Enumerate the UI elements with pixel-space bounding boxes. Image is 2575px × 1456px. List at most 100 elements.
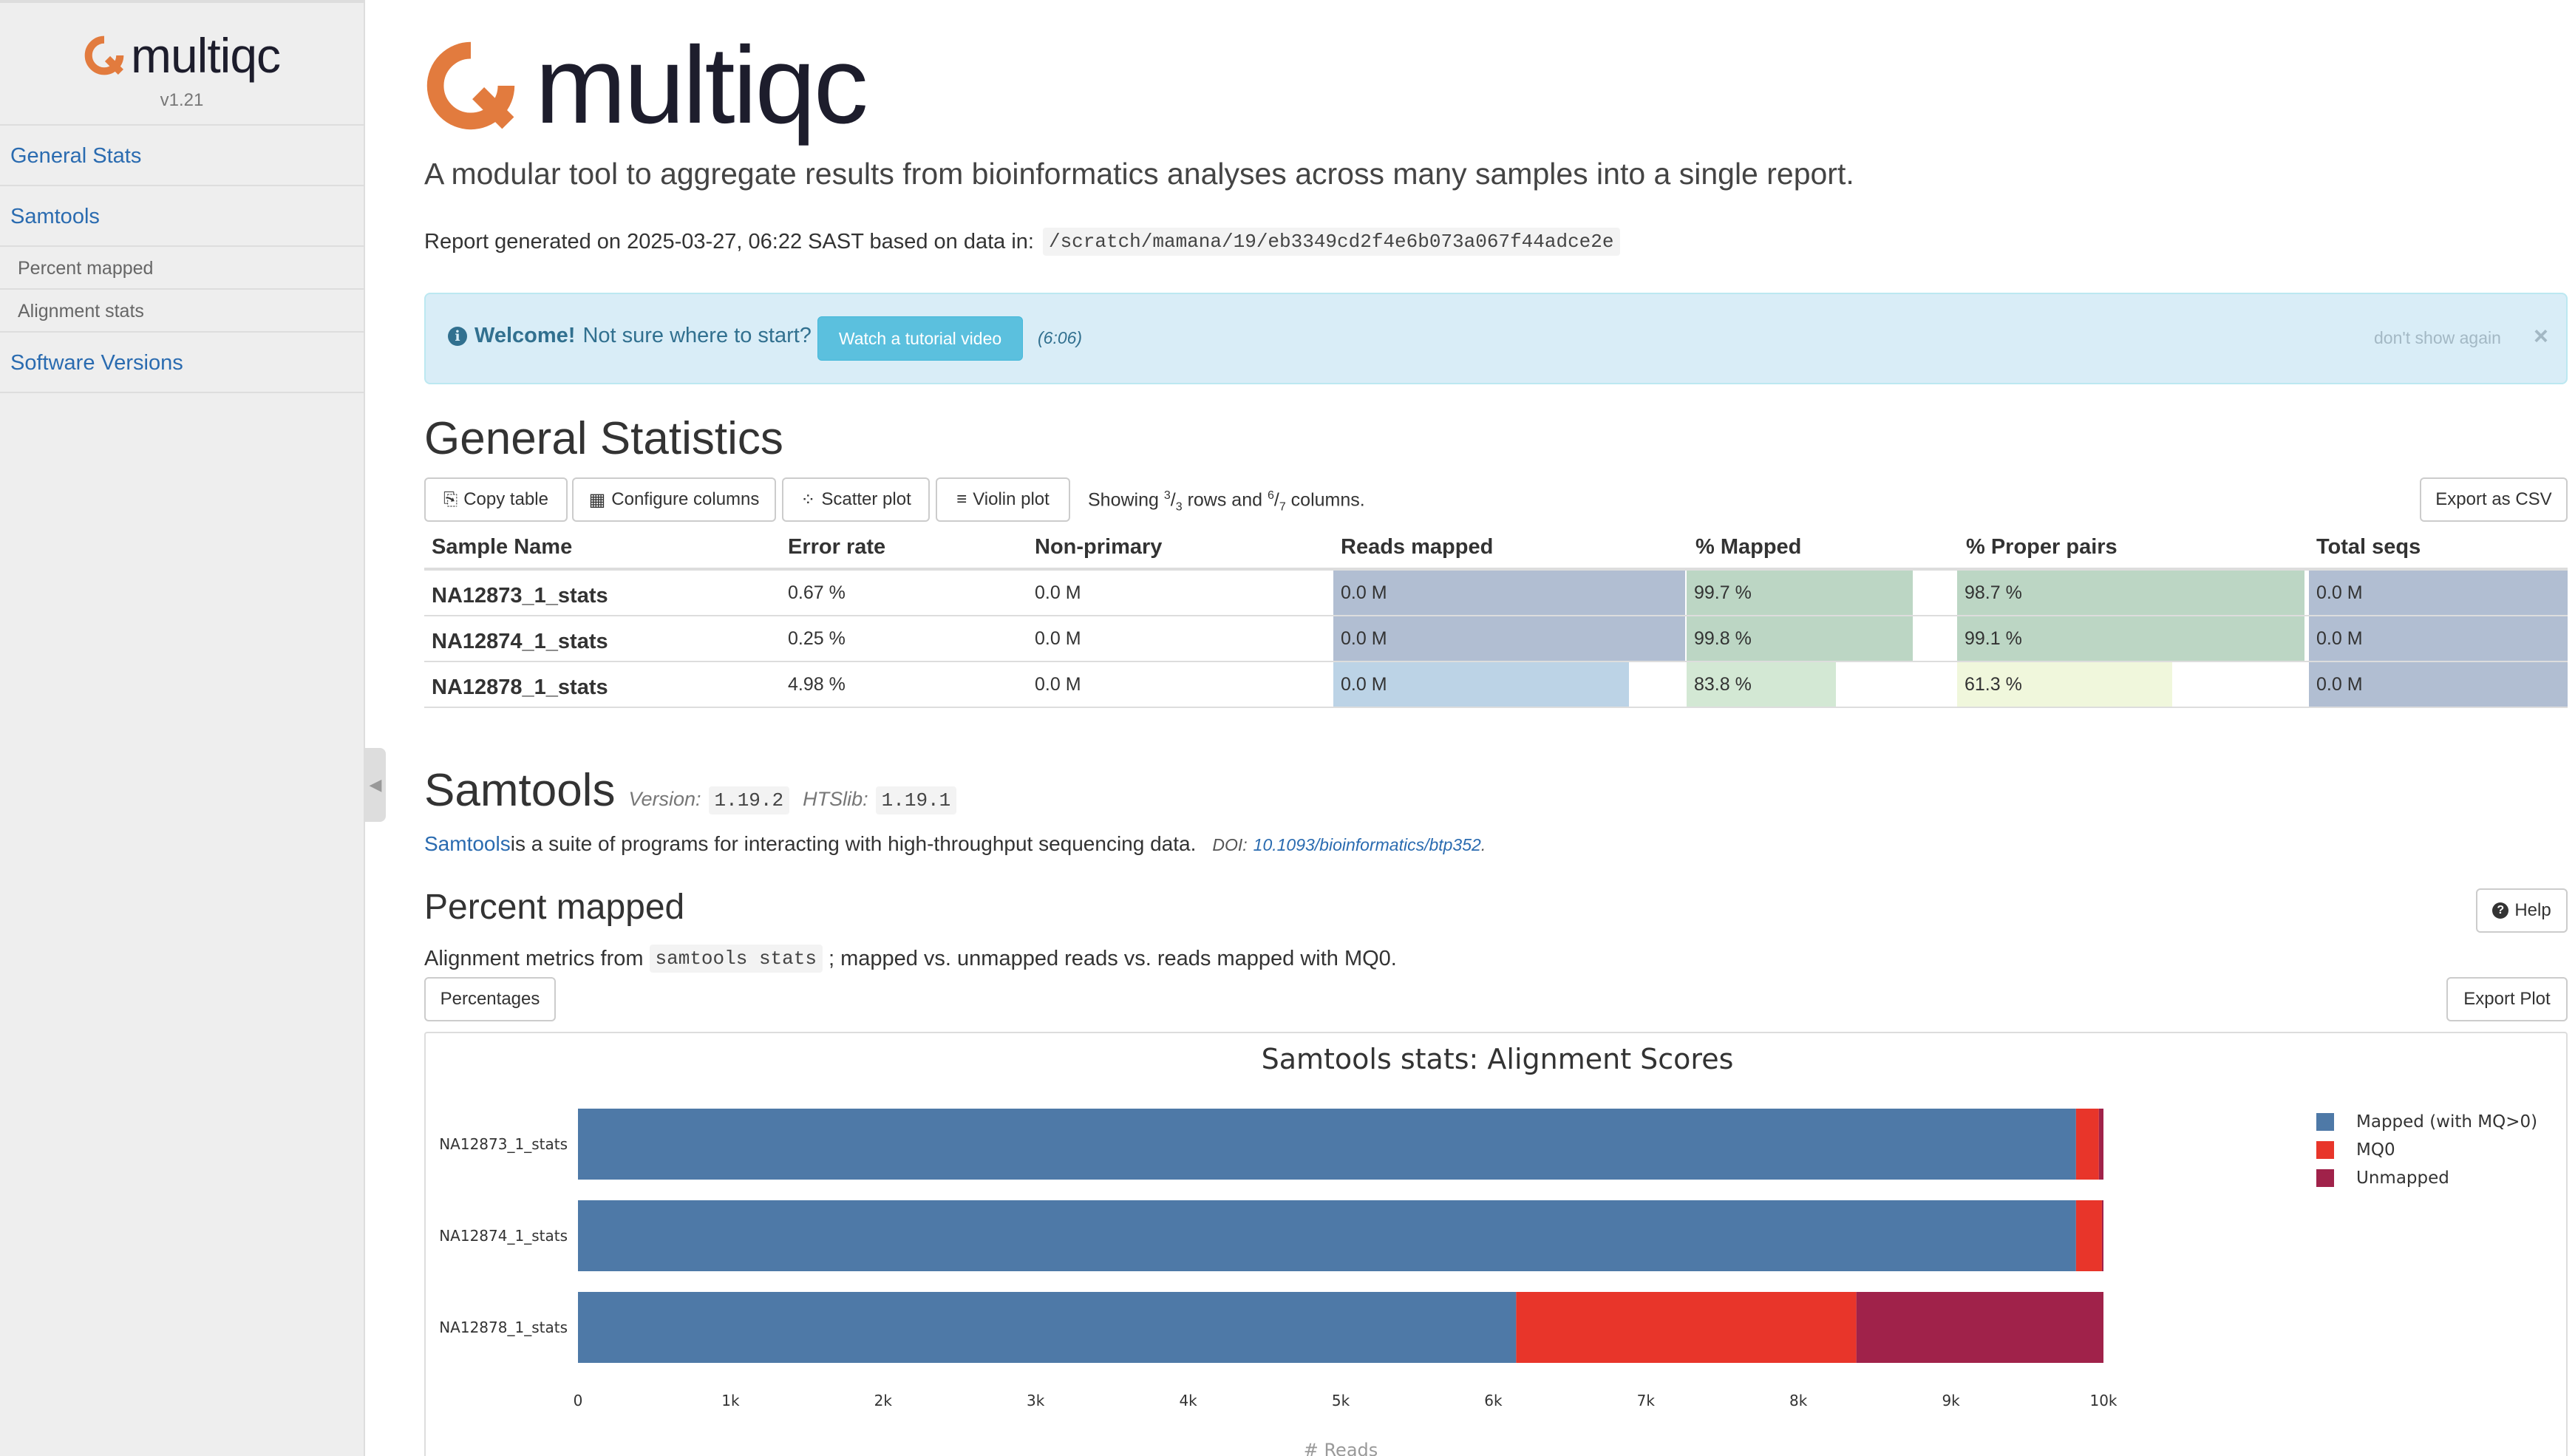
sidebar-logo[interactable]: multiqc v1.21 [0,3,364,126]
cell-non-primary: 0.0 M [1035,582,1081,603]
cell-pct-mapped: 83.8 % [1694,674,1752,695]
percent-mapped-description: Alignment metrics from samtools stats ; … [424,945,1397,973]
chart-bar-mapped-with-mq-0--1 [578,1200,2076,1271]
pm-desc-suffix: ; mapped vs. unmapped reads vs. reads ma… [828,946,1397,970]
chart-x-tick: 2k [874,1392,893,1409]
chart-bar-mapped-with-mq-0--0 [578,1109,2076,1180]
tutorial-video-button[interactable]: Watch a tutorial video [817,316,1023,361]
grid-icon: ▦ [588,489,606,510]
violin-plot-label: Violin plot [973,489,1050,509]
header-logo-text: multiqc [535,24,868,146]
list-icon: ≡ [956,489,967,509]
col-header-pct-mapped[interactable]: % Mapped [1695,535,1801,559]
chart-x-axis-label: # Reads [1304,1440,1378,1456]
chart-legend-swatch [2316,1113,2334,1131]
col-header-sample[interactable]: Sample Name [432,535,572,559]
cell-proper-pairs: 61.3 % [1965,674,2022,695]
close-icon[interactable]: × [2534,322,2548,351]
chart-category-label: NA12874_1_stats [439,1227,568,1245]
tagline: A modular tool to aggregate results from… [424,157,1854,191]
general-stats-title: General Statistics [424,413,783,464]
cell-error-rate: 4.98 % [788,674,846,695]
report-path: /scratch/mamana/19/eb3349cd2f4e6b073a067… [1042,228,1620,256]
showing-suffix: columns. [1285,489,1365,511]
chart-bar-mapped-with-mq-0--2 [578,1292,1517,1363]
main-content: multiqc A modular tool to aggregate resu… [424,0,2568,1456]
help-button[interactable]: ? Help [2476,888,2568,933]
cell-reads-mapped: 0.0 M [1341,674,1387,695]
table-row: NA12874_1_stats 0.25 % 0.0 M 0.0 M 99.8 % 99.… [424,616,2568,662]
question-circle-icon: ? [2492,902,2509,919]
scatter-plot-label: Scatter plot [821,489,911,509]
table-row: NA12878_1_stats 4.98 % 0.0 M 0.0 M 83.8 % 61.… [424,662,2568,708]
sidebar-item-software-versions[interactable]: Software Versions [0,333,364,393]
chart-legend-label: Unmapped [2356,1168,2449,1188]
dont-show-again-link[interactable]: don't show again [2374,328,2501,348]
report-info: Report generated on 2025-03-27, 06:22 SA… [424,228,1620,256]
sidebar-item-alignment-stats[interactable]: Alignment stats [0,290,364,333]
htslib-version: 1.19.1 [875,786,957,814]
copy-table-button[interactable]: ⎘ Copy table [424,477,568,522]
sidebar-item-percent-mapped[interactable]: Percent mapped [0,247,364,290]
alignment-scores-plot[interactable]: Samtools stats: Alignment Scores NA12873_… [424,1032,2568,1456]
cell-reads-mapped: 0.0 M [1341,628,1387,649]
col-header-reads-mapped[interactable]: Reads mapped [1341,535,1493,559]
chart-x-tick: 4k [1179,1392,1197,1409]
samtools-description: Samtools is a suite of programs for inte… [424,832,1486,856]
chart-bar-mq0-0 [2075,1109,2099,1180]
percentages-button[interactable]: Percentages [424,977,556,1021]
doi-suffix: . [1480,835,1486,854]
cell-pct-mapped: 99.8 % [1694,628,1752,649]
violin-plot-button[interactable]: ≡ Violin plot [936,477,1070,522]
col-header-non-primary[interactable]: Non-primary [1035,535,1162,559]
alignment-scores-chart[interactable]: Samtools stats: Alignment Scores NA12873_… [426,1033,2568,1456]
general-stats-table: Sample Name Error rate Non-primary Reads… [424,529,2568,708]
export-plot-button[interactable]: Export Plot [2446,977,2568,1021]
rows-den: 3 [1175,500,1183,514]
pm-desc-code: samtools stats [649,945,823,973]
sidebar-item-general-stats[interactable]: General Stats [0,126,364,186]
report-info-text: Report generated on 2025-03-27, 06:22 SA… [424,229,1034,254]
sidebar-item-samtools[interactable]: Samtools [0,186,364,247]
chart-bar-mq0-2 [1516,1292,1857,1363]
showing-count: Showing 3/3 rows and 6/7 columns. [1088,489,1365,514]
chart-x-tick: 10k [2089,1392,2117,1409]
chart-bar-unmapped-0 [2098,1109,2103,1180]
header-logo: multiqc [424,24,868,146]
cell-proper-pairs: 98.7 % [1965,582,2022,603]
sidebar-toggle-button[interactable]: ◀ [365,748,386,822]
chart-bar-mq0-1 [2075,1200,2102,1271]
cell-pct-mapped: 99.7 % [1694,582,1752,603]
col-header-error-rate[interactable]: Error rate [788,535,885,559]
cols-den: 7 [1279,500,1286,514]
configure-columns-button[interactable]: ▦ Configure columns [572,477,776,522]
sidebar-version: v1.21 [160,90,204,110]
chart-title: Samtools stats: Alignment Scores [1262,1043,1734,1075]
row-divider [424,707,2568,708]
doi-label: DOI: [1212,835,1248,854]
cell-non-primary: 0.0 M [1035,628,1081,649]
cell-non-primary: 0.0 M [1035,674,1081,695]
chart-legend-swatch [2316,1141,2334,1159]
col-header-proper-pairs[interactable]: % Proper pairs [1966,535,2118,559]
samtools-link[interactable]: Samtools [424,832,511,856]
doi-link[interactable]: 10.1093/bioinformatics/btp352 [1254,835,1481,855]
multiqc-logo-icon [426,41,515,130]
info-icon: i [448,326,467,346]
cell-sample: NA12873_1_stats [432,584,608,608]
chart-x-tick: 9k [1942,1392,1960,1409]
pm-desc-prefix: Alignment metrics from [424,946,644,970]
welcome-text: Not sure where to start? [582,324,812,347]
welcome-bold: Welcome! [474,324,576,347]
table-row: NA12873_1_stats 0.67 % 0.0 M 0.0 M 99.7 % 98.… [424,571,2568,616]
chart-bar-unmapped-2 [1856,1292,2103,1363]
showing-prefix: Showing [1088,489,1164,511]
copy-icon: ⎘ [443,489,458,509]
scatter-plot-button[interactable]: ⁘ Scatter plot [782,477,930,522]
export-csv-button[interactable]: Export as CSV [2420,477,2568,522]
col-header-total-seqs[interactable]: Total seqs [2316,535,2421,559]
chart-x-tick: 7k [1637,1392,1656,1409]
help-label: Help [2514,900,2551,920]
cell-sample: NA12878_1_stats [432,676,608,699]
htslib-label: HTSlib: [803,788,868,810]
